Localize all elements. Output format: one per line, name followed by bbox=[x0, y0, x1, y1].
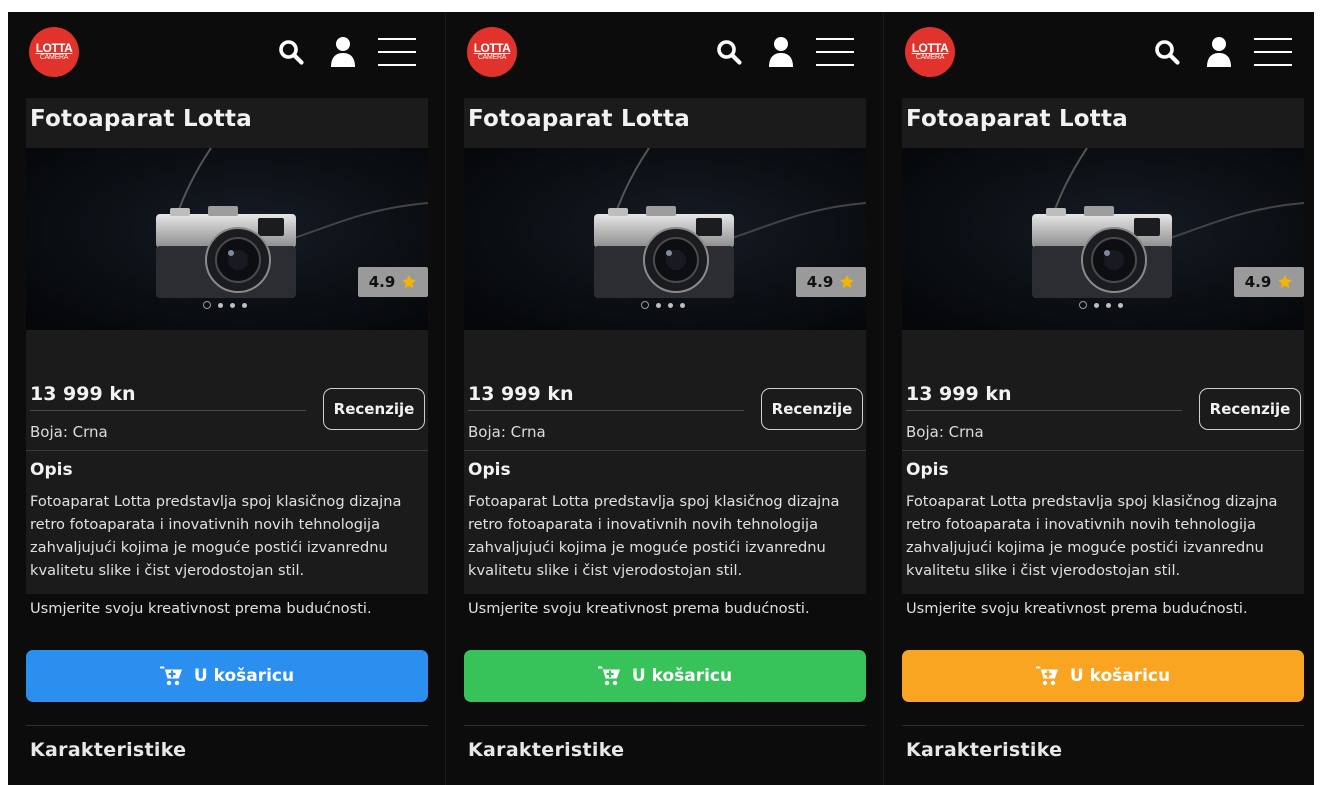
logo-subtext: CAMERA bbox=[477, 53, 507, 61]
carousel-dots bbox=[1079, 301, 1123, 309]
carousel-dot[interactable] bbox=[242, 302, 247, 308]
add-to-cart-label: U košaricu bbox=[631, 666, 733, 686]
hamburger-menu-icon[interactable] bbox=[376, 34, 418, 70]
product-image-carousel[interactable]: 4.9 bbox=[902, 148, 1304, 330]
add-to-cart-button[interactable]: U košaricu bbox=[26, 650, 428, 702]
logo-text: LOTTA bbox=[911, 40, 949, 55]
carousel-dot[interactable] bbox=[1079, 301, 1087, 309]
header: LOTTA CAMERA bbox=[446, 12, 883, 92]
rating-value: 4.9 bbox=[368, 273, 396, 291]
features-heading[interactable]: Karakteristike bbox=[906, 739, 1062, 761]
user-icon[interactable] bbox=[1204, 34, 1234, 70]
rating-value: 4.9 bbox=[806, 273, 834, 291]
logo[interactable]: LOTTA CAMERA bbox=[467, 27, 517, 77]
product-price: 13 999 kn bbox=[468, 383, 574, 405]
divider bbox=[902, 450, 1304, 451]
rating-badge: 4.9 bbox=[358, 267, 428, 297]
divider bbox=[30, 410, 306, 411]
features-heading[interactable]: Karakteristike bbox=[30, 739, 186, 761]
star-icon bbox=[402, 275, 417, 289]
variants-stage: LOTTA CAMERA Fotoaparat Lotta 4.9 13 999… bbox=[8, 12, 1314, 785]
search-icon[interactable] bbox=[1152, 34, 1182, 70]
product-page-variant: LOTTA CAMERA Fotoaparat Lotta 4.9 13 999… bbox=[884, 12, 1314, 785]
product-card: Fotoaparat Lotta 4.9 13 999 kn Boja: Crn… bbox=[464, 98, 866, 594]
header: LOTTA CAMERA bbox=[8, 12, 445, 92]
reviews-button[interactable]: Recenzije bbox=[761, 388, 863, 430]
star-icon bbox=[840, 275, 855, 289]
product-image-carousel[interactable]: 4.9 bbox=[26, 148, 428, 330]
product-title: Fotoaparat Lotta bbox=[468, 106, 690, 132]
product-description: Fotoaparat Lotta predstavlja spoj klasič… bbox=[468, 493, 840, 579]
product-price: 13 999 kn bbox=[906, 383, 1012, 405]
product-color: Boja: Crna bbox=[468, 423, 546, 441]
search-icon[interactable] bbox=[714, 34, 744, 70]
reviews-button[interactable]: Recenzije bbox=[323, 388, 425, 430]
carousel-dot[interactable] bbox=[1118, 302, 1123, 308]
shopping-cart-icon bbox=[597, 666, 620, 686]
shopping-cart-icon bbox=[159, 666, 182, 686]
carousel-dot[interactable] bbox=[1106, 302, 1111, 308]
carousel-dot[interactable] bbox=[656, 302, 661, 308]
product-card: Fotoaparat Lotta 4.9 13 999 kn Boja: Crn… bbox=[902, 98, 1304, 594]
rating-value: 4.9 bbox=[1244, 273, 1272, 291]
user-icon[interactable] bbox=[766, 34, 796, 70]
carousel-dot[interactable] bbox=[1094, 302, 1099, 308]
carousel-dot[interactable] bbox=[680, 302, 685, 308]
divider bbox=[464, 450, 866, 451]
product-title: Fotoaparat Lotta bbox=[30, 106, 252, 132]
divider bbox=[468, 410, 744, 411]
product-page-variant: LOTTA CAMERA Fotoaparat Lotta 4.9 13 999… bbox=[446, 12, 884, 785]
product-color: Boja: Crna bbox=[906, 423, 984, 441]
product-page-variant: LOTTA CAMERA Fotoaparat Lotta 4.9 13 999… bbox=[8, 12, 446, 785]
logo-subtext: CAMERA bbox=[39, 53, 69, 61]
product-image-carousel[interactable]: 4.9 bbox=[464, 148, 866, 330]
logo-subtext: CAMERA bbox=[915, 53, 945, 61]
divider bbox=[902, 725, 1304, 726]
carousel-dot[interactable] bbox=[203, 301, 211, 309]
add-to-cart-button[interactable]: U košaricu bbox=[464, 650, 866, 702]
product-card: Fotoaparat Lotta 4.9 13 999 kn Boja: Crn… bbox=[26, 98, 428, 594]
description-heading: Opis bbox=[30, 460, 73, 480]
hamburger-menu-icon[interactable] bbox=[1252, 34, 1294, 70]
divider bbox=[906, 410, 1182, 411]
features-heading[interactable]: Karakteristike bbox=[468, 739, 624, 761]
logo[interactable]: LOTTA CAMERA bbox=[29, 27, 79, 77]
divider bbox=[464, 725, 866, 726]
product-tagline: Usmjerite svoju kreativnost prema budućn… bbox=[468, 600, 810, 617]
add-to-cart-button[interactable]: U košaricu bbox=[902, 650, 1304, 702]
product-tagline: Usmjerite svoju kreativnost prema budućn… bbox=[30, 600, 372, 617]
add-to-cart-label: U košaricu bbox=[193, 666, 295, 686]
product-description: Fotoaparat Lotta predstavlja spoj klasič… bbox=[30, 493, 402, 579]
header: LOTTA CAMERA bbox=[884, 12, 1314, 92]
reviews-button[interactable]: Recenzije bbox=[1199, 388, 1301, 430]
logo-text: LOTTA bbox=[35, 40, 73, 55]
description-heading: Opis bbox=[906, 460, 949, 480]
description-heading: Opis bbox=[468, 460, 511, 480]
carousel-dot[interactable] bbox=[641, 301, 649, 309]
divider bbox=[26, 450, 428, 451]
carousel-dot[interactable] bbox=[668, 302, 673, 308]
carousel-dots bbox=[203, 301, 247, 309]
logo[interactable]: LOTTA CAMERA bbox=[905, 27, 955, 77]
product-title: Fotoaparat Lotta bbox=[906, 106, 1128, 132]
search-icon[interactable] bbox=[276, 34, 306, 70]
product-price: 13 999 kn bbox=[30, 383, 136, 405]
add-to-cart-label: U košaricu bbox=[1069, 666, 1171, 686]
hamburger-menu-icon[interactable] bbox=[814, 34, 856, 70]
product-tagline: Usmjerite svoju kreativnost prema budućn… bbox=[906, 600, 1248, 617]
rating-badge: 4.9 bbox=[796, 267, 866, 297]
shopping-cart-icon bbox=[1035, 666, 1058, 686]
product-description: Fotoaparat Lotta predstavlja spoj klasič… bbox=[906, 493, 1278, 579]
rating-badge: 4.9 bbox=[1234, 267, 1304, 297]
carousel-dot[interactable] bbox=[230, 302, 235, 308]
user-icon[interactable] bbox=[328, 34, 358, 70]
carousel-dots bbox=[641, 301, 685, 309]
logo-text: LOTTA bbox=[473, 40, 511, 55]
product-color: Boja: Crna bbox=[30, 423, 108, 441]
star-icon bbox=[1278, 275, 1293, 289]
carousel-dot[interactable] bbox=[218, 302, 223, 308]
divider bbox=[26, 725, 428, 726]
